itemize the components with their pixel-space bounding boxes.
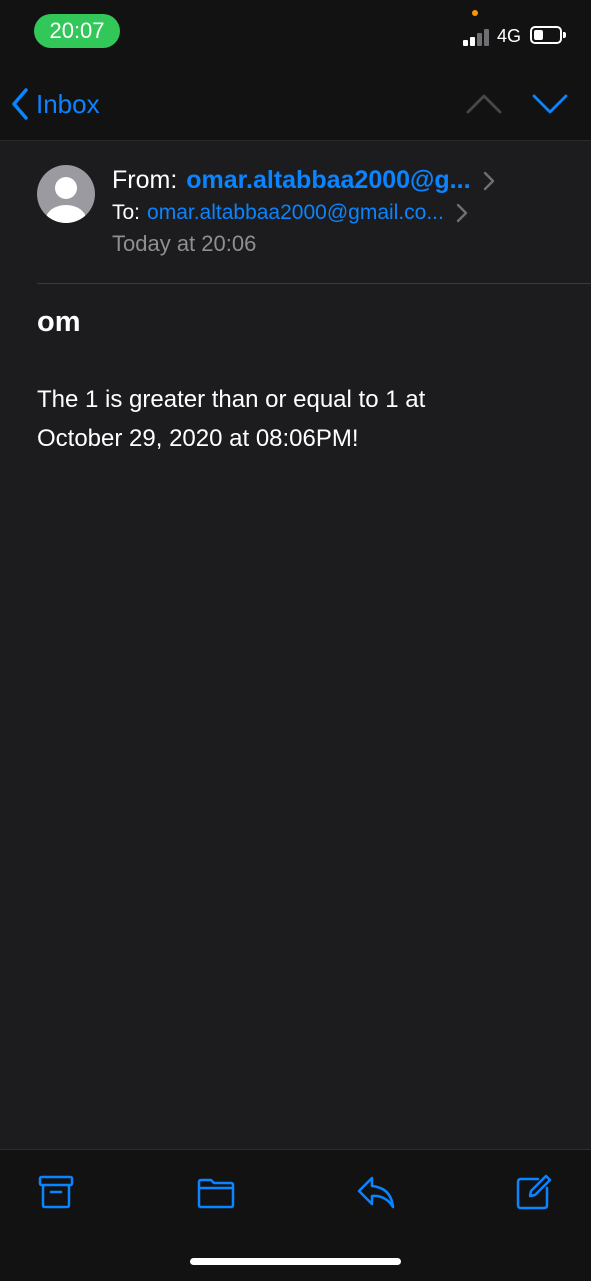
message-body: The 1 is greater than or equal to 1 at O… [37, 380, 557, 458]
to-row[interactable]: To: omar.altabbaa2000@gmail.co... [112, 201, 468, 225]
to-label: To: [112, 201, 141, 224]
chevron-right-icon [483, 171, 494, 190]
from-row[interactable]: From: omar.altabbaa2000@g... [112, 166, 495, 195]
back-label: Inbox [36, 88, 100, 119]
from-address[interactable]: omar.altabbaa2000@g... [186, 166, 470, 195]
chevron-left-icon [12, 88, 28, 120]
next-message-button[interactable] [530, 88, 570, 118]
back-to-inbox-button[interactable]: Inbox [10, 86, 100, 122]
navigation-bar: Inbox [0, 62, 591, 141]
status-time: 20:07 [34, 14, 120, 48]
header-divider [37, 283, 591, 284]
from-label: From: [112, 166, 178, 194]
archive-icon[interactable] [36, 1172, 76, 1212]
compose-icon[interactable] [514, 1172, 554, 1212]
sender-avatar[interactable] [37, 165, 95, 223]
cellular-signal-icon [463, 28, 491, 46]
network-type: 4G [497, 26, 522, 46]
folder-icon[interactable] [196, 1172, 236, 1212]
message-subject: om [37, 306, 81, 338]
previous-message-button[interactable] [464, 88, 504, 118]
message-date: Today at 20:06 [112, 231, 257, 256]
to-address[interactable]: omar.altabbaa2000@gmail.co... [147, 201, 444, 225]
message-body-line: October 29, 2020 at 08:06PM! [37, 425, 359, 452]
battery-icon [530, 26, 566, 44]
message-body-line: The 1 is greater than or equal to 1 at [37, 386, 426, 413]
chevron-right-icon [456, 203, 468, 223]
home-indicator[interactable] [190, 1258, 401, 1265]
status-bar: 20:07 4G [0, 0, 591, 62]
message-header: From: omar.altabbaa2000@g... To: omar.al… [0, 141, 591, 283]
recording-indicator-dot [472, 10, 478, 16]
reply-icon[interactable] [356, 1172, 396, 1212]
